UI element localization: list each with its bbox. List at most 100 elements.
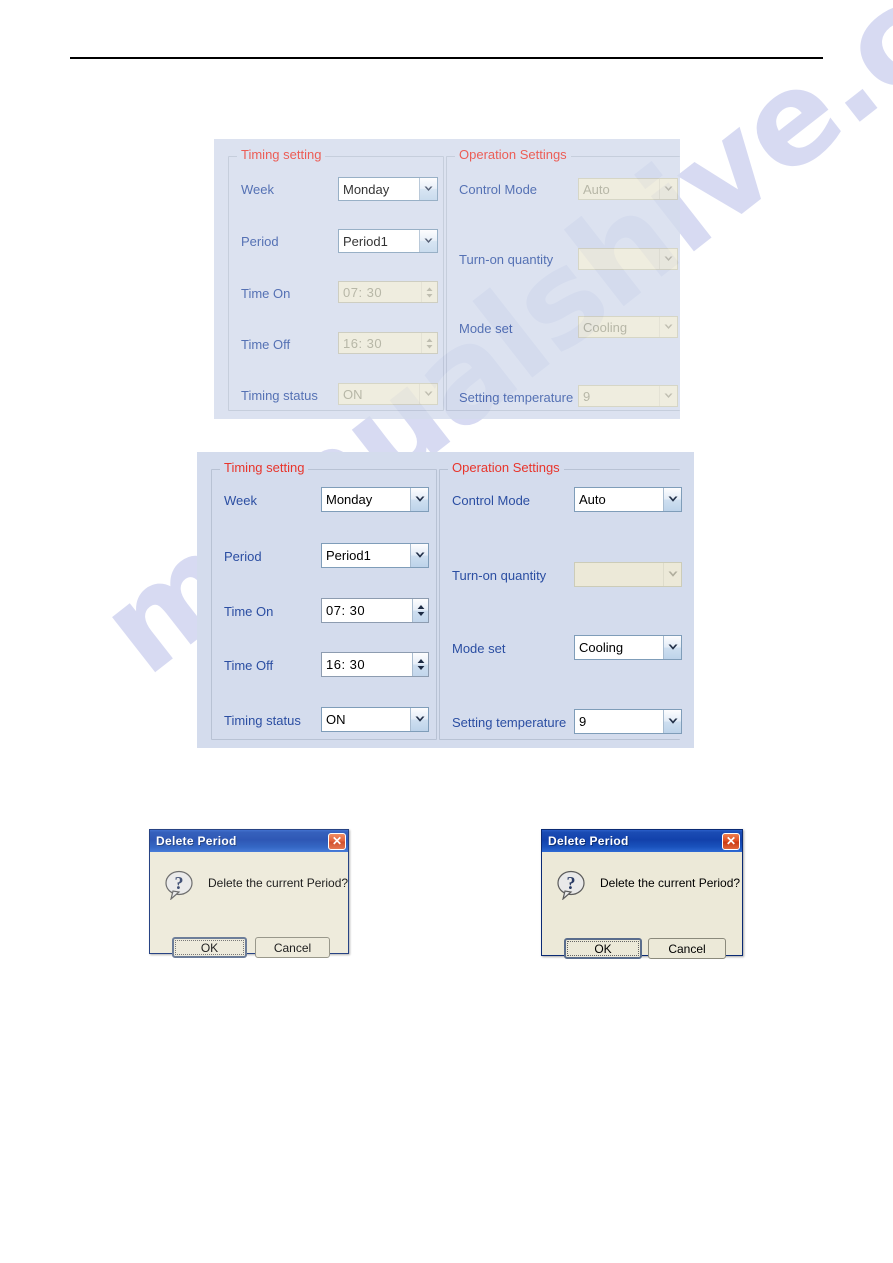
period-combo[interactable]: Period1 <box>338 229 438 253</box>
timing-setting-group-title: Timing setting <box>237 147 326 163</box>
mode-set-combo: Cooling <box>578 316 678 338</box>
timing-panel-enabled: Timing setting Week Monday Period Period… <box>197 452 694 748</box>
label-time-on: Time On <box>241 286 291 301</box>
chevron-down-icon[interactable] <box>663 636 681 659</box>
operation-settings-group-title: Operation Settings <box>448 460 564 476</box>
cancel-button[interactable]: Cancel <box>648 938 726 959</box>
setting-temperature-value: 9 <box>579 714 587 729</box>
spinner-arrows-icon <box>421 333 437 353</box>
dialog-body: ? Delete the current Period? OK Cancel <box>542 852 742 959</box>
label-setting-temperature: Setting temperature <box>459 390 574 405</box>
control-mode-value: Auto <box>583 181 610 197</box>
label-week: Week <box>241 182 274 197</box>
dialog-title-text: Delete Period <box>548 834 629 848</box>
chevron-down-icon <box>419 384 437 404</box>
period-combo-value: Period1 <box>326 548 371 563</box>
time-off-value: 16: 30 <box>343 335 383 351</box>
label-timing-status: Timing status <box>224 713 301 728</box>
time-on-spinner: 07: 30 <box>338 281 438 303</box>
spinner-arrows-icon[interactable] <box>412 653 428 676</box>
timing-status-combo[interactable]: ON <box>321 707 429 732</box>
mode-set-combo[interactable]: Cooling <box>574 635 682 660</box>
question-icon: ? <box>556 870 588 901</box>
week-combo[interactable]: Monday <box>338 177 438 201</box>
setting-temperature-combo[interactable]: 9 <box>574 709 682 734</box>
week-combo-value: Monday <box>343 181 390 197</box>
page-header-rule <box>70 57 823 59</box>
mode-set-value: Cooling <box>579 640 624 655</box>
label-turn-on-quantity: Turn-on quantity <box>459 252 554 267</box>
time-on-value: 07: 30 <box>326 603 366 618</box>
cancel-button[interactable]: Cancel <box>255 937 330 958</box>
label-setting-temperature: Setting temperature <box>452 715 567 730</box>
svg-text:?: ? <box>175 873 184 893</box>
setting-temperature-value: 9 <box>583 388 591 404</box>
week-combo-value: Monday <box>326 492 373 507</box>
time-off-value: 16: 30 <box>326 657 366 672</box>
chevron-down-icon <box>659 249 677 269</box>
close-icon[interactable]: ✕ <box>328 832 346 850</box>
dialog-body: ? Delete the current Period? OK Cancel <box>150 852 349 958</box>
timing-setting-group: Timing setting Week Monday Period Period… <box>211 460 437 740</box>
dialog-title-bar: Delete Period ✕ <box>150 830 348 852</box>
chevron-down-icon[interactable] <box>410 708 428 731</box>
operation-settings-group: Operation Settings Control Mode Auto Tur… <box>446 147 680 411</box>
control-mode-value: Auto <box>579 492 606 507</box>
label-period: Period <box>241 234 279 249</box>
dialog-title-bar: Delete Period ✕ <box>542 830 742 852</box>
chevron-down-icon <box>659 179 677 199</box>
operation-settings-group: Operation Settings Control Mode Auto Tur… <box>439 460 682 740</box>
timing-status-combo: ON <box>338 383 438 405</box>
period-combo-value: Period1 <box>343 233 388 249</box>
control-mode-combo: Auto <box>578 178 678 200</box>
dialog-message: Delete the current Period? <box>208 876 349 890</box>
label-timing-status: Timing status <box>241 388 318 403</box>
question-icon: ? <box>164 870 196 901</box>
mode-set-value: Cooling <box>583 319 628 335</box>
chevron-down-icon <box>659 317 677 337</box>
timing-setting-group-title: Timing setting <box>220 460 309 476</box>
label-control-mode: Control Mode <box>452 493 531 508</box>
timing-status-value: ON <box>326 712 346 727</box>
chevron-down-icon <box>659 386 677 406</box>
turn-on-quantity-combo <box>574 562 682 587</box>
time-on-value: 07: 30 <box>343 284 383 300</box>
turn-on-quantity-combo <box>578 248 678 270</box>
chevron-down-icon[interactable] <box>419 178 437 200</box>
control-mode-combo[interactable]: Auto <box>574 487 682 512</box>
period-combo[interactable]: Period1 <box>321 543 429 568</box>
label-time-on: Time On <box>224 604 274 619</box>
time-off-spinner: 16: 30 <box>338 332 438 354</box>
delete-period-dialog-right: Delete Period ✕ ? Delete the current Per… <box>541 829 743 959</box>
svg-text:?: ? <box>567 873 576 893</box>
label-turn-on-quantity: Turn-on quantity <box>452 568 547 583</box>
label-control-mode: Control Mode <box>459 182 538 197</box>
close-icon[interactable]: ✕ <box>722 832 740 850</box>
chevron-down-icon[interactable] <box>410 488 428 511</box>
time-off-spinner[interactable]: 16: 30 <box>321 652 429 677</box>
operation-settings-group-title: Operation Settings <box>455 147 571 163</box>
chevron-down-icon[interactable] <box>663 488 681 511</box>
chevron-down-icon <box>663 563 681 586</box>
label-mode-set: Mode set <box>459 321 513 336</box>
timing-panel-disabled: Timing setting Week Monday Period Period… <box>214 139 680 419</box>
timing-status-value: ON <box>343 386 363 402</box>
spinner-arrows-icon[interactable] <box>412 599 428 622</box>
label-time-off: Time Off <box>224 658 274 673</box>
dialog-message: Delete the current Period? <box>600 876 741 890</box>
chevron-down-icon[interactable] <box>419 230 437 252</box>
label-period: Period <box>224 549 262 564</box>
dialog-title-text: Delete Period <box>156 834 237 848</box>
ok-button[interactable]: OK <box>172 937 247 958</box>
spinner-arrows-icon <box>421 282 437 302</box>
label-time-off: Time Off <box>241 337 291 352</box>
time-on-spinner[interactable]: 07: 30 <box>321 598 429 623</box>
chevron-down-icon[interactable] <box>410 544 428 567</box>
ok-button[interactable]: OK <box>564 938 642 959</box>
timing-setting-group: Timing setting Week Monday Period Period… <box>228 147 444 411</box>
delete-period-dialog-left: Delete Period ✕ ? Delete the current Per… <box>149 829 349 958</box>
label-week: Week <box>224 493 257 508</box>
week-combo[interactable]: Monday <box>321 487 429 512</box>
chevron-down-icon[interactable] <box>663 710 681 733</box>
label-mode-set: Mode set <box>452 641 506 656</box>
